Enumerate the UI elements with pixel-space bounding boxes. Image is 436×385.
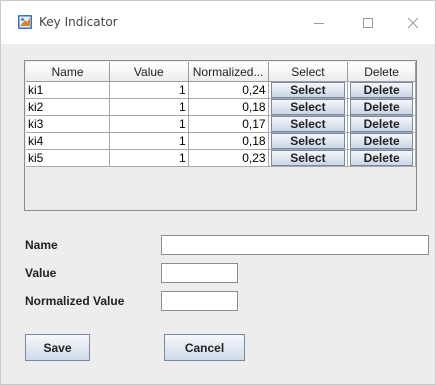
cell-normalized[interactable]: 0,24	[188, 81, 269, 99]
close-button[interactable]	[391, 9, 435, 37]
delete-button[interactable]: Delete	[350, 116, 413, 132]
delete-button[interactable]: Delete	[350, 99, 413, 115]
name-field[interactable]	[161, 235, 429, 255]
cell-select: Select	[268, 81, 349, 99]
table-row[interactable]: ki3 1 0,17 Select Delete	[26, 115, 416, 133]
cell-name[interactable]: ki3	[26, 115, 111, 133]
table-row[interactable]: ki5 1 0,23 Select Delete	[26, 149, 416, 167]
close-icon	[407, 17, 419, 29]
app-icon	[17, 14, 33, 30]
column-header-select[interactable]: Select	[268, 62, 349, 82]
cell-name[interactable]: ki1	[26, 81, 111, 99]
key-indicator-table-pane[interactable]: Name Value Normalized... Select Delete k…	[24, 60, 417, 211]
cell-value[interactable]: 1	[109, 132, 189, 150]
window-title: Key Indicator	[39, 15, 118, 29]
cell-value[interactable]: 1	[109, 98, 189, 116]
minimize-button[interactable]	[297, 9, 341, 37]
cell-normalized[interactable]: 0,23	[188, 149, 269, 167]
column-header-delete[interactable]: Delete	[347, 62, 416, 82]
delete-button[interactable]: Delete	[350, 150, 413, 166]
cell-value[interactable]: 1	[109, 149, 189, 167]
title-bar[interactable]: Key Indicator	[1, 1, 435, 44]
maximize-button[interactable]	[346, 9, 390, 37]
cell-value[interactable]: 1	[109, 81, 189, 99]
select-button[interactable]: Select	[270, 82, 346, 98]
select-button[interactable]: Select	[270, 99, 346, 115]
cell-value[interactable]: 1	[109, 115, 189, 133]
column-header-normalized[interactable]: Normalized...	[188, 62, 269, 82]
cell-delete: Delete	[347, 81, 416, 99]
normalized-value-label: Normalized Value	[25, 294, 125, 308]
cell-delete: Delete	[347, 149, 416, 167]
maximize-icon	[363, 18, 373, 28]
table-row[interactable]: ki2 1 0,18 Select Delete	[26, 98, 416, 116]
cell-name[interactable]: ki4	[26, 132, 111, 150]
table-row[interactable]: ki4 1 0,18 Select Delete	[26, 132, 416, 150]
cell-select: Select	[268, 149, 349, 167]
cell-select: Select	[268, 115, 349, 133]
select-button[interactable]: Select	[270, 133, 346, 149]
select-button[interactable]: Select	[270, 150, 346, 166]
cancel-button[interactable]: Cancel	[164, 334, 245, 361]
cell-name[interactable]: ki5	[26, 149, 111, 167]
value-label: Value	[25, 266, 57, 280]
cell-delete: Delete	[347, 132, 416, 150]
cell-normalized[interactable]: 0,17	[188, 115, 269, 133]
delete-button[interactable]: Delete	[350, 82, 413, 98]
key-indicator-window: Key Indicator Name Value Normalized... S…	[0, 0, 436, 385]
delete-button[interactable]: Delete	[350, 133, 413, 149]
name-label: Name	[25, 238, 58, 252]
cell-normalized[interactable]: 0,18	[188, 132, 269, 150]
minimize-icon	[314, 23, 324, 24]
normalized-value-field[interactable]	[161, 291, 238, 311]
cell-delete: Delete	[347, 98, 416, 116]
table-header-row: Name Value Normalized... Select Delete	[26, 62, 416, 82]
cell-name[interactable]: ki2	[26, 98, 111, 116]
cell-normalized[interactable]: 0,18	[188, 98, 269, 116]
save-button[interactable]: Save	[25, 334, 90, 361]
key-indicator-table: Name Value Normalized... Select Delete k…	[26, 62, 416, 167]
column-header-name[interactable]: Name	[26, 62, 111, 82]
cell-select: Select	[268, 132, 349, 150]
value-field[interactable]	[161, 263, 238, 283]
cell-select: Select	[268, 98, 349, 116]
cell-delete: Delete	[347, 115, 416, 133]
select-button[interactable]: Select	[270, 116, 346, 132]
table-row[interactable]: ki1 1 0,24 Select Delete	[26, 81, 416, 99]
column-header-value[interactable]: Value	[109, 62, 189, 82]
